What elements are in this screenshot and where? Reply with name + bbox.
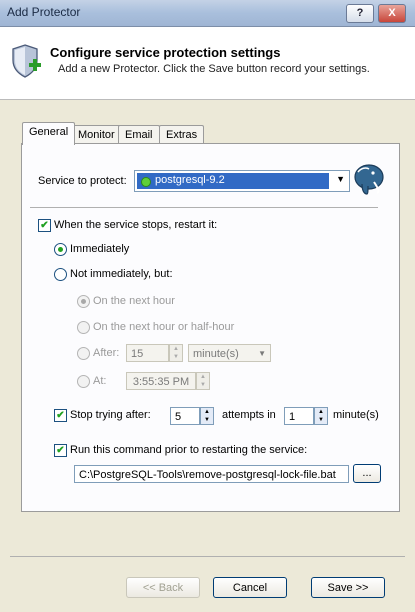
at-spinner[interactable]: ▲ ▼ (196, 372, 210, 390)
attempts-spinner[interactable]: ▲ ▼ (200, 407, 214, 425)
minutes-label: minute(s) (333, 409, 379, 421)
tab-general[interactable]: General (22, 122, 76, 145)
run-command-checkbox[interactable]: ✔ (54, 444, 67, 457)
dialog-header: Configure service protection settings Ad… (0, 27, 415, 100)
attempts-in-label: attempts in (222, 409, 276, 421)
next-hour-radio[interactable] (77, 295, 90, 308)
next-hour-label: On the next hour (93, 295, 175, 307)
not-immediately-label: Not immediately, but: (70, 268, 173, 280)
next-half-hour-radio[interactable] (77, 321, 90, 334)
tab-monitor[interactable]: Monitor (71, 125, 122, 144)
chevron-down-icon[interactable]: ▼ (336, 174, 345, 184)
after-label: After: (93, 347, 120, 359)
next-half-hour-label: On the next hour or half-hour (93, 321, 235, 333)
close-button[interactable]: X (378, 4, 406, 23)
restart-checkbox[interactable]: ✔ (38, 219, 51, 232)
service-select[interactable]: postgresql-9.2 ▼ (134, 170, 350, 192)
after-radio[interactable] (77, 347, 90, 360)
postgresql-elephant-icon (352, 162, 386, 196)
cancel-button[interactable]: Cancel (213, 577, 287, 598)
help-button[interactable]: ? (346, 4, 374, 23)
tab-extras[interactable]: Extras (159, 125, 205, 144)
command-input[interactable]: C:\PostgreSQL-Tools\remove-postgresql-lo… (74, 465, 349, 483)
save-button[interactable]: Save >> (311, 577, 385, 598)
restart-label: When the service stops, restart it: (54, 219, 218, 231)
immediately-label: Immediately (70, 243, 130, 255)
not-immediately-radio[interactable] (54, 268, 67, 281)
minutes-spinner[interactable]: ▲ ▼ (314, 407, 328, 425)
immediately-radio[interactable] (54, 243, 67, 256)
at-label: At: (93, 375, 107, 387)
after-unit-value: minute(s) (193, 348, 239, 360)
tab-email[interactable]: Email (118, 125, 160, 144)
stop-trying-label: Stop trying after: (70, 409, 151, 421)
title-bar: Add Protector ? X (0, 0, 415, 27)
header-subtitle: Add a new Protector. Click the Save butt… (58, 63, 370, 75)
footer-divider (10, 556, 405, 557)
attempts-input[interactable]: 5 (170, 407, 200, 425)
at-radio[interactable] (77, 375, 90, 388)
window-title: Add Protector (7, 5, 81, 19)
run-command-label: Run this command prior to restarting the… (70, 444, 308, 456)
stop-trying-checkbox[interactable]: ✔ (54, 409, 67, 422)
divider (30, 207, 378, 208)
header-title: Configure service protection settings (50, 45, 281, 60)
after-unit-select[interactable]: minute(s) ▼ (188, 344, 271, 362)
shield-add-icon (12, 43, 42, 79)
back-button[interactable]: << Back (126, 577, 200, 598)
service-label: Service to protect: (38, 175, 127, 187)
service-running-icon (141, 177, 151, 187)
after-value-input[interactable]: 15 (126, 344, 169, 362)
browse-button[interactable]: ... (353, 464, 381, 483)
minutes-input[interactable]: 1 (284, 407, 314, 425)
at-time-input[interactable]: 3:55:35 PM (126, 372, 196, 390)
chevron-down-icon: ▼ (258, 349, 266, 358)
after-spinner[interactable]: ▲ ▼ (169, 344, 183, 362)
service-select-value: postgresql-9.2 (155, 174, 225, 186)
